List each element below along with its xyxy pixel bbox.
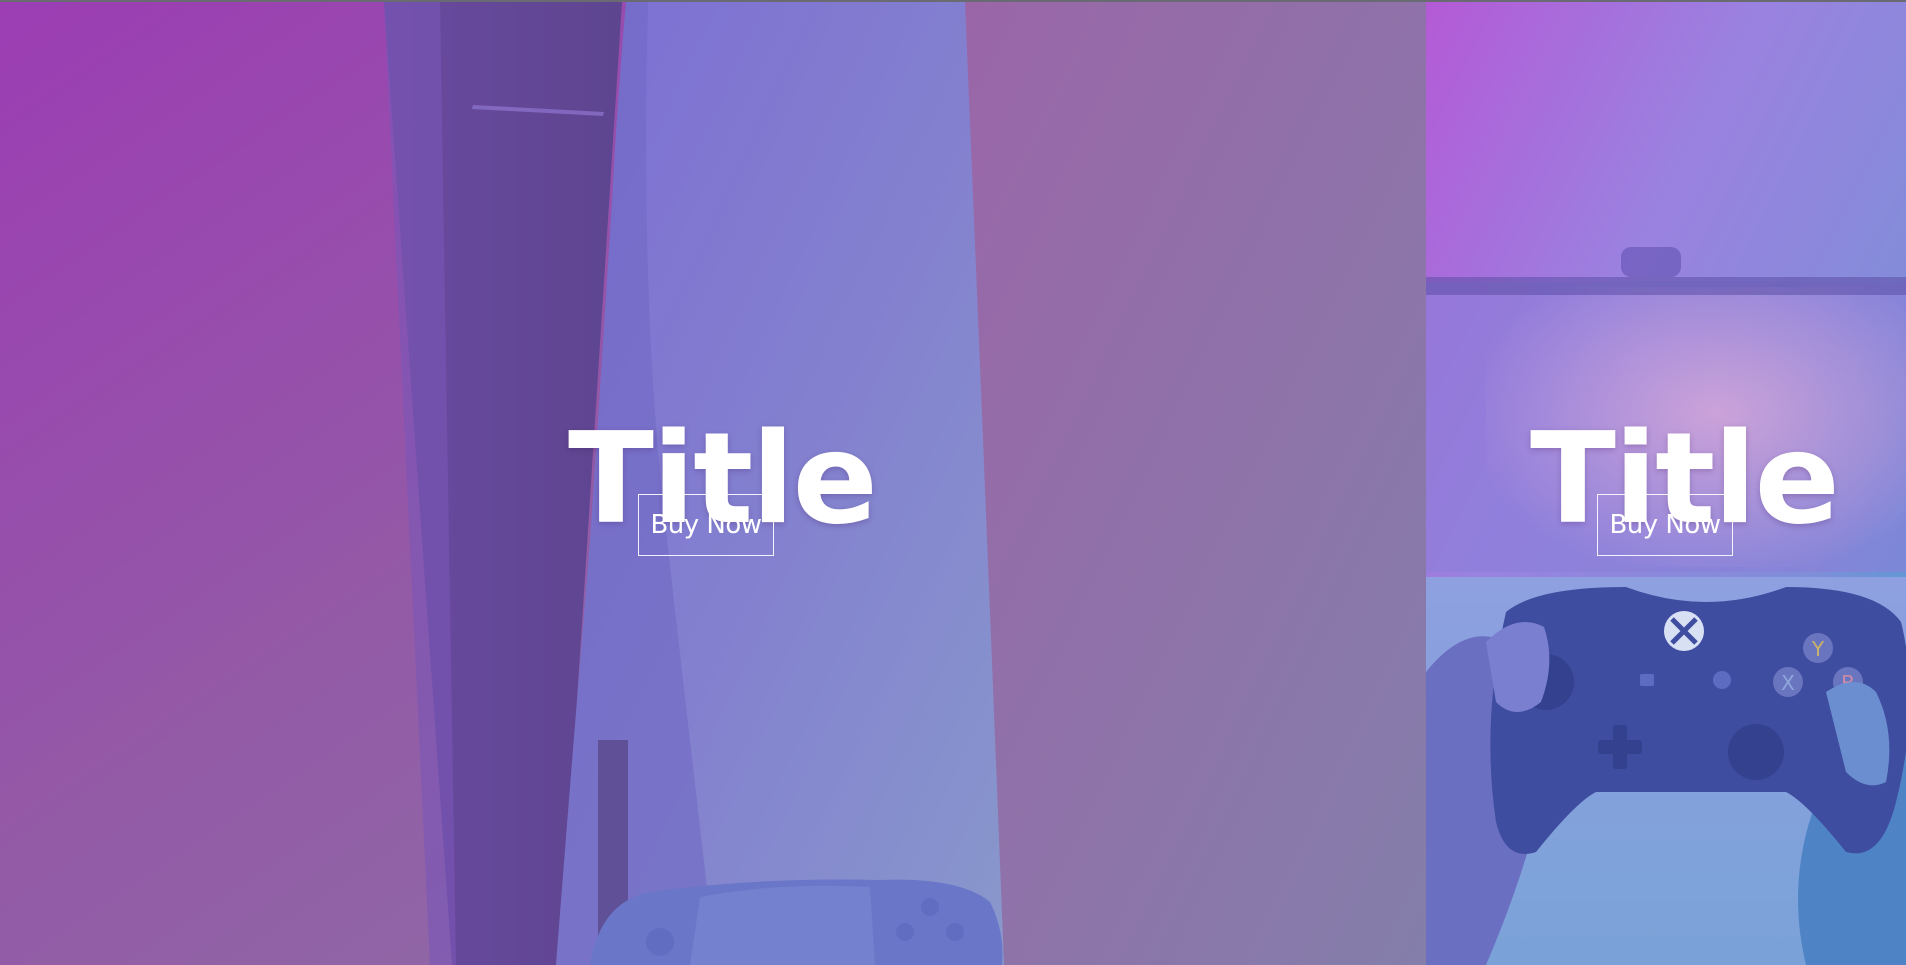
top-border (0, 0, 1906, 2)
x-button-label: X (1781, 671, 1795, 695)
y-button-label: Y (1811, 637, 1825, 661)
hero-slide-console: Title Buy Now (0, 2, 1426, 965)
buy-now-button[interactable]: Buy Now (1597, 494, 1733, 556)
hero-slide-controller: Y X B Title Buy Now (1426, 2, 1906, 965)
hero-carousel: Title Buy Now Y X Title Buy Now (0, 2, 1906, 965)
buy-now-button[interactable]: Buy Now (638, 494, 774, 556)
